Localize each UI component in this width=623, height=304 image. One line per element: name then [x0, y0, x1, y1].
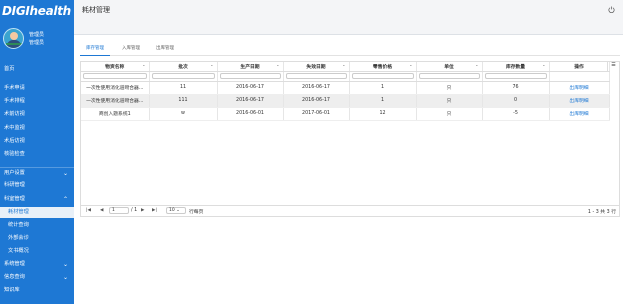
filter-row	[81, 71, 610, 82]
table-row[interactable]: 一次性使用消化道吻合器... 111 2016-06-17 2016-06-17…	[81, 94, 610, 108]
user-name: 管理员	[29, 32, 45, 38]
col-header-unit[interactable]: 单位 ⌄	[416, 62, 483, 72]
col-header-prod-date[interactable]: 生产日期 ⌄	[217, 62, 284, 72]
sidebar-item-preop-visit[interactable]: 术前访视	[0, 109, 74, 120]
top-bar: 耗材管理	[74, 0, 623, 35]
sidebar-item-home[interactable]: 首页	[0, 64, 74, 75]
sidebar-item-system[interactable]: 系统管理 ⌄	[0, 259, 74, 270]
next-page-button[interactable]: ▶	[141, 208, 144, 213]
page-title: 耗材管理	[82, 6, 110, 14]
page-total: / 1	[131, 208, 138, 213]
per-page-label: 行每页	[189, 210, 204, 215]
sort-icon: ⌄	[475, 62, 479, 67]
col-header-stock[interactable]: 库存数量 ⌄	[482, 62, 550, 72]
col-header-batch[interactable]: 批次 ⌄	[149, 62, 218, 72]
sidebar-item-user-settings[interactable]: 用户设置 ⌄	[0, 167, 74, 178]
filter-input-price[interactable]	[351, 73, 414, 79]
table-row[interactable]: 商创入题系统1 w 2016-06-01 2017-06-01 12 只 -5 …	[81, 107, 610, 121]
col-header-price[interactable]: 零售价格 ⌄	[349, 62, 417, 72]
sort-icon: ⌄	[342, 62, 346, 67]
power-icon[interactable]	[608, 6, 615, 13]
sidebar-item-knowledge[interactable]: 知识库	[0, 285, 74, 296]
last-page-button[interactable]: ▶|	[152, 208, 157, 213]
pagination-bar: |◀ ◀ 1 / 1 ▶ ▶| 10 ⌄ 行每页 1 - 3 共 3 行	[80, 205, 620, 217]
sidebar-item-intraop-monitor[interactable]: 术中监视	[0, 123, 74, 134]
sort-icon: ⌄	[409, 62, 413, 67]
sort-icon: ⌄	[210, 62, 214, 67]
sort-icon: ⌄	[276, 62, 280, 67]
chevron-down-icon: ⌄	[62, 170, 68, 177]
filter-input-exp-date[interactable]	[285, 73, 347, 79]
col-header-actions: 操作	[549, 62, 610, 72]
filter-input-batch[interactable]	[151, 73, 215, 79]
sidebar-item-surgery-application[interactable]: 手术申请	[0, 83, 74, 94]
app-logo: DIGIhealth	[2, 4, 71, 18]
tab-stock-out[interactable]: 出库管理	[150, 44, 180, 56]
tab-inventory[interactable]: 库存管理	[80, 44, 110, 56]
page-number-input[interactable]: 1	[109, 207, 129, 214]
prev-page-button[interactable]: ◀	[100, 208, 103, 213]
sidebar-item-consumables[interactable]: 耗材管理	[0, 207, 74, 218]
sidebar-item-postop-visit[interactable]: 术后访视	[0, 136, 74, 147]
sidebar-item-info-query[interactable]: 信息查询 ⌄	[0, 272, 74, 283]
filter-input-unit[interactable]	[418, 73, 480, 79]
filter-input-prod-date[interactable]	[219, 73, 281, 79]
table-row[interactable]: 一次性使用消化道吻合器... 11 2016-06-17 2016-06-17 …	[81, 81, 610, 95]
tab-stock-in[interactable]: 入库管理	[116, 44, 146, 56]
filter-input-stock[interactable]	[484, 73, 547, 79]
chevron-down-icon: ⌄	[62, 274, 68, 281]
sidebar-item-statistics[interactable]: 统计查询	[0, 220, 74, 231]
chevron-down-icon: ⌄	[62, 261, 68, 268]
user-panel: 管理员 管理员	[0, 22, 74, 54]
col-header-exp-date[interactable]: 失效日期 ⌄	[283, 62, 350, 72]
sidebar-item-external-consult[interactable]: 外部会诊	[0, 233, 74, 244]
outbound-detail-link[interactable]: 出库明细	[549, 81, 610, 95]
sort-icon: ⌄	[142, 62, 146, 67]
sidebar-item-research[interactable]: 科研管理	[0, 180, 74, 191]
sidebar: DIGIhealth 管理员 管理员 首页 手术申请 手术排程 术前访视 术中监…	[0, 0, 74, 304]
col-header-name[interactable]: 物资名称 ⌄	[81, 62, 150, 72]
sidebar-item-department[interactable]: 科室管理 ⌃	[0, 194, 74, 205]
sort-icon: ⌄	[542, 62, 546, 67]
inventory-table: 物资名称 ⌄ 批次 ⌄ 生产日期 ⌄ 失效日期 ⌄ 零售价格 ⌄ 单位 ⌄ 库存数量 ⌄ 操作…	[81, 62, 610, 121]
avatar[interactable]	[3, 28, 24, 49]
tab-bar: 库存管理 入库管理 出库管理	[80, 44, 620, 56]
outbound-detail-link[interactable]: 出库明细	[549, 107, 610, 121]
page-size-select[interactable]: 10 ⌄	[166, 207, 186, 214]
sidebar-item-documents[interactable]: 文书概况	[0, 246, 74, 257]
inventory-grid: 物资名称 ⌄ 批次 ⌄ 生产日期 ⌄ 失效日期 ⌄ 零售价格 ⌄ 单位 ⌄ 库存数量 ⌄ 操作…	[80, 61, 620, 217]
outbound-detail-link[interactable]: 出库明细	[549, 94, 610, 108]
pagination-summary: 1 - 3 共 3 行	[587, 210, 616, 215]
chevron-up-icon: ⌃	[62, 196, 68, 203]
first-page-button[interactable]: |◀	[86, 208, 91, 213]
sidebar-item-surgery-schedule[interactable]: 手术排程	[0, 96, 74, 107]
user-role: 管理员	[29, 40, 45, 46]
filter-input-name[interactable]	[83, 73, 147, 79]
table-header: 物资名称 ⌄ 批次 ⌄ 生产日期 ⌄ 失效日期 ⌄ 零售价格 ⌄ 单位 ⌄ 库存数量 ⌄ 操作	[81, 62, 610, 72]
sidebar-item-verification[interactable]: 核验检查	[0, 149, 74, 160]
column-menu-icon[interactable]: ☰	[607, 62, 619, 71]
